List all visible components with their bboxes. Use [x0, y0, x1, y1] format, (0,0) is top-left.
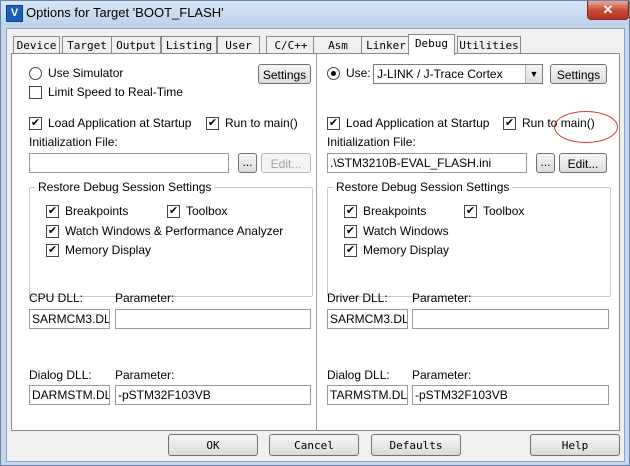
right-breakpoints-option[interactable]: ✔ Breakpoints — [344, 204, 426, 218]
right-dialog-param-label: Parameter: — [412, 368, 472, 382]
left-dialog-param-input[interactable]: -pSTM32F103VB — [115, 385, 311, 405]
driver-dll-label: Driver DLL: — [327, 291, 388, 305]
ok-button[interactable]: OK — [168, 434, 258, 456]
use-simulator-label: Use Simulator — [48, 66, 124, 80]
title-bar[interactable]: V Options for Target 'BOOT_FLASH' ✕ — [1, 1, 629, 25]
cpu-dll-input[interactable]: SARMCM3.DLL — [29, 309, 110, 329]
limit-speed-checkbox[interactable] — [29, 85, 42, 99]
tab-listing[interactable]: Listing — [161, 36, 217, 54]
left-run-to-main-label: Run to main() — [225, 116, 298, 130]
driver-settings-button[interactable]: Settings — [550, 64, 607, 84]
left-memory-label: Memory Display — [65, 243, 152, 257]
cpu-dll-label: CPU DLL: — [29, 291, 84, 305]
debug-panel: Use Simulator Limit Speed to Real-Time S… — [11, 53, 620, 431]
tab-cc[interactable]: C/C++ — [266, 36, 316, 54]
left-memory-checkbox[interactable]: ✔ — [46, 243, 59, 257]
right-dialog-dll-label: Dialog DLL: — [327, 368, 390, 382]
options-dialog: V Options for Target 'BOOT_FLASH' ✕ Devi… — [0, 0, 630, 466]
right-load-app-option[interactable]: ✔ Load Application at Startup — [327, 116, 489, 130]
dialog-title: Options for Target 'BOOT_FLASH' — [26, 5, 224, 20]
left-dialog-dll-input[interactable]: DARMSTM.DLL — [29, 385, 110, 405]
use-driver-option[interactable]: Use: — [327, 66, 371, 80]
right-toolbox-option[interactable]: ✔ Toolbox — [464, 204, 524, 218]
right-dialog-param-input[interactable]: -pSTM32F103VB — [412, 385, 609, 405]
left-load-app-option[interactable]: ✔ Load Application at Startup — [29, 116, 191, 130]
use-simulator-radio[interactable] — [29, 66, 42, 80]
use-driver-radio[interactable] — [327, 66, 340, 80]
panel-divider — [316, 54, 317, 430]
simulator-settings-button[interactable]: Settings — [258, 64, 311, 84]
use-driver-label: Use: — [346, 66, 371, 80]
cpu-param-input[interactable] — [115, 309, 311, 329]
driver-dll-input[interactable]: SARMCM3.DLL — [327, 309, 408, 329]
tab-device[interactable]: Device — [13, 36, 60, 54]
right-memory-option[interactable]: ✔ Memory Display — [344, 243, 449, 257]
right-browse-button[interactable]: ... — [536, 153, 555, 173]
driver-select[interactable]: J-LINK / J-Trace Cortex ▼ — [373, 64, 543, 84]
left-load-app-checkbox[interactable]: ✔ — [29, 116, 42, 130]
right-watch-label: Watch Windows — [363, 224, 449, 238]
left-watch-checkbox[interactable]: ✔ — [46, 224, 59, 238]
left-edit-button[interactable]: Edit... — [261, 153, 311, 173]
tab-utilities[interactable]: Utilities — [457, 36, 521, 54]
tab-debug[interactable]: Debug — [408, 34, 455, 55]
left-browse-button[interactable]: ... — [238, 153, 257, 173]
left-breakpoints-option[interactable]: ✔ Breakpoints — [46, 204, 128, 218]
right-breakpoints-label: Breakpoints — [363, 204, 427, 218]
left-toolbox-option[interactable]: ✔ Toolbox — [167, 204, 227, 218]
left-dialog-param-label: Parameter: — [115, 368, 175, 382]
right-init-file-input[interactable]: .\STM3210B-EVAL_FLASH.ini — [327, 153, 527, 173]
left-run-to-main-option[interactable]: ✔ Run to main() — [206, 116, 298, 130]
left-memory-option[interactable]: ✔ Memory Display — [46, 243, 151, 257]
right-load-app-label: Load Application at Startup — [346, 116, 490, 130]
cancel-button[interactable]: Cancel — [269, 434, 359, 456]
right-toolbox-checkbox[interactable]: ✔ — [464, 204, 477, 218]
left-toolbox-checkbox[interactable]: ✔ — [167, 204, 180, 218]
right-restore-group-title: Restore Debug Session Settings — [333, 180, 513, 194]
left-toolbox-label: Toolbox — [186, 204, 228, 218]
right-memory-label: Memory Display — [363, 243, 450, 257]
right-init-file-label: Initialization File: — [327, 135, 416, 149]
right-edit-button[interactable]: Edit... — [559, 153, 607, 173]
right-dialog-dll-input[interactable]: TARMSTM.DLL — [327, 385, 408, 405]
tab-asm[interactable]: Asm — [313, 36, 363, 54]
right-memory-checkbox[interactable]: ✔ — [344, 243, 357, 257]
left-init-file-input[interactable] — [29, 153, 229, 173]
tab-target[interactable]: Target — [62, 36, 112, 54]
right-run-to-main-checkbox[interactable]: ✔ — [503, 116, 516, 130]
chevron-down-icon[interactable]: ▼ — [525, 65, 542, 83]
tab-user[interactable]: User — [217, 36, 260, 54]
close-button[interactable]: ✕ — [587, 1, 629, 20]
cpu-param-label: Parameter: — [115, 291, 175, 305]
tab-linker[interactable]: Linker — [361, 36, 411, 54]
left-run-to-main-checkbox[interactable]: ✔ — [206, 116, 219, 130]
left-breakpoints-label: Breakpoints — [65, 204, 129, 218]
tab-output[interactable]: Output — [111, 36, 161, 54]
left-dialog-dll-label: Dialog DLL: — [29, 368, 92, 382]
driver-select-value: J-LINK / J-Trace Cortex — [377, 67, 503, 81]
right-watch-option[interactable]: ✔ Watch Windows — [344, 224, 449, 238]
settings-highlight-circle — [554, 111, 618, 143]
right-toolbox-label: Toolbox — [483, 204, 525, 218]
dialog-client: Device Target Output Listing User C/C++ … — [6, 28, 625, 462]
left-watch-label: Watch Windows & Performance Analyzer — [65, 224, 284, 238]
limit-speed-option[interactable]: Limit Speed to Real-Time — [29, 85, 183, 99]
driver-param-input[interactable] — [412, 309, 609, 329]
left-watch-option[interactable]: ✔ Watch Windows & Performance Analyzer — [46, 224, 283, 238]
left-breakpoints-checkbox[interactable]: ✔ — [46, 204, 59, 218]
left-load-app-label: Load Application at Startup — [48, 116, 192, 130]
right-watch-checkbox[interactable]: ✔ — [344, 224, 357, 238]
left-restore-group-title: Restore Debug Session Settings — [35, 180, 215, 194]
driver-param-label: Parameter: — [412, 291, 472, 305]
defaults-button[interactable]: Defaults — [371, 434, 461, 456]
left-init-file-label: Initialization File: — [29, 135, 118, 149]
right-breakpoints-checkbox[interactable]: ✔ — [344, 204, 357, 218]
limit-speed-label: Limit Speed to Real-Time — [48, 85, 183, 99]
help-button[interactable]: Help — [530, 434, 620, 456]
right-load-app-checkbox[interactable]: ✔ — [327, 116, 340, 130]
app-icon: V — [6, 5, 23, 22]
use-simulator-option[interactable]: Use Simulator — [29, 66, 123, 80]
